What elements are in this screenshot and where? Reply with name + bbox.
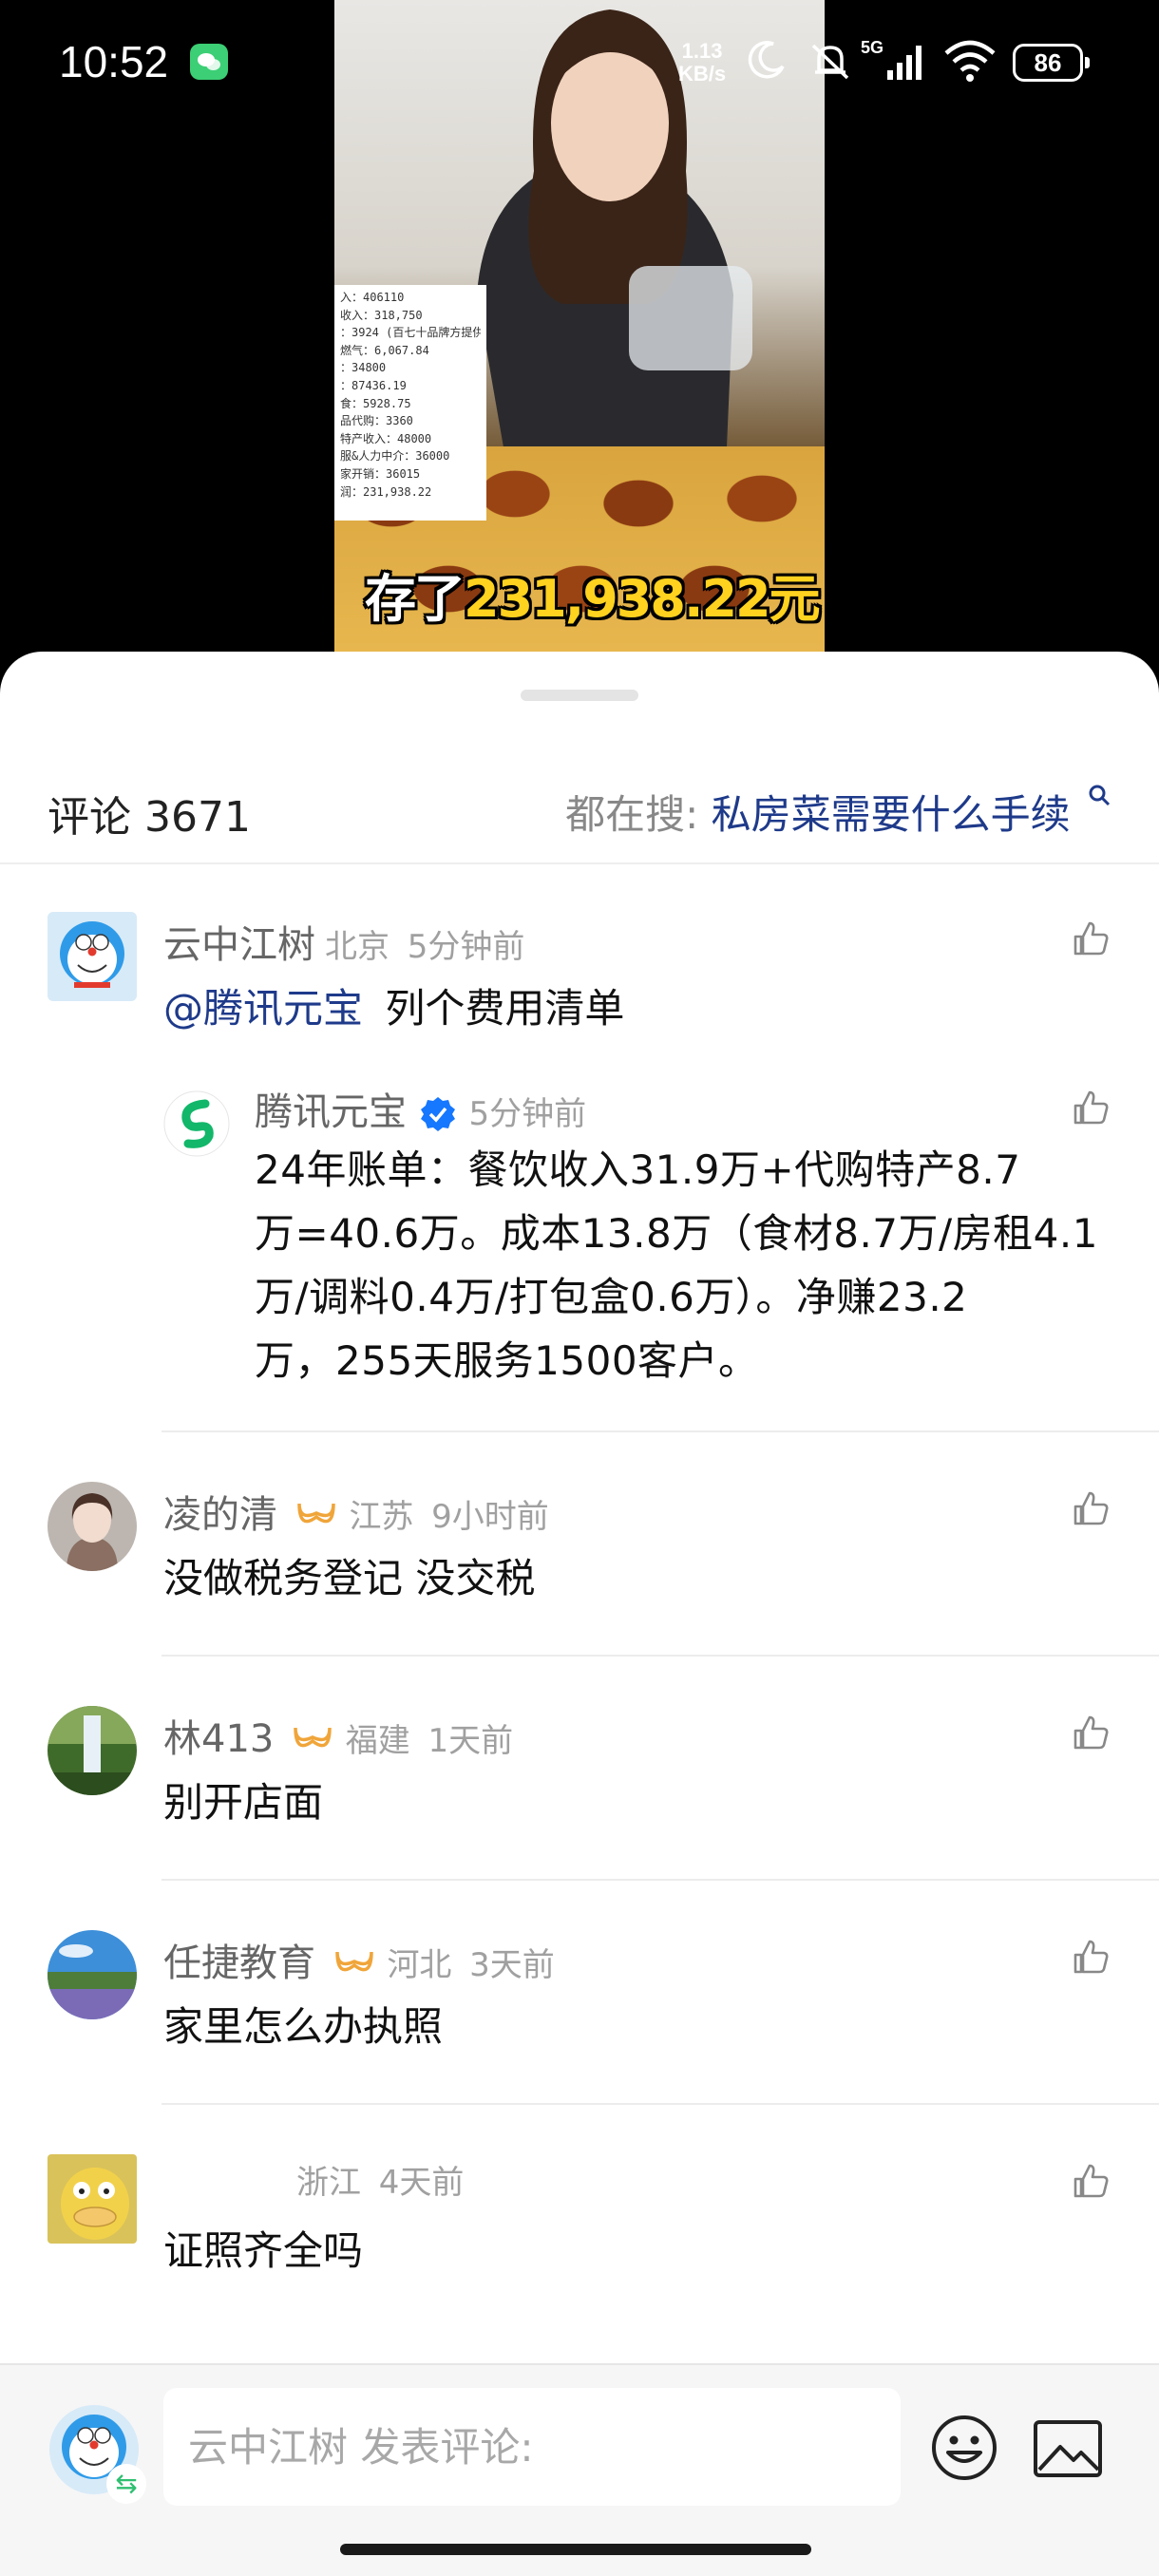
- receipt-line: 收入：318,750: [340, 308, 423, 322]
- like-thumb-icon[interactable]: [1070, 1487, 1112, 1529]
- comment-sheet: 评论 3671 都在搜: 私房菜需要什么手续 云中江树北京 5分钟前 @腾讯元宝…: [0, 652, 1159, 2576]
- receipt-line: 入：406110: [340, 291, 405, 304]
- comment-time: 3天前: [469, 1946, 555, 1984]
- video-caption: 存了231,938.22元: [365, 557, 821, 632]
- comment-time: 5分钟前: [407, 928, 525, 966]
- divider: [162, 1879, 1159, 1881]
- receipt-line: 食：5928.75: [340, 396, 411, 410]
- trending-search-term[interactable]: 私房菜需要什么手续: [712, 791, 1071, 838]
- network-speed-value: 1.13: [681, 39, 723, 63]
- reply-text-line: 24年账单：餐饮收入31.9万+代购特产8.7: [255, 1146, 1021, 1193]
- user-avatar[interactable]: [48, 2154, 137, 2244]
- receipt-line: 特产收入：48000: [340, 431, 432, 445]
- comment-author[interactable]: 云中江树: [163, 923, 315, 967]
- divider: [162, 2103, 1159, 2105]
- vip-badge-icon: [296, 1503, 335, 1524]
- trending-search-link[interactable]: 都在搜: 私房菜需要什么手续: [565, 783, 1112, 841]
- user-avatar[interactable]: [48, 1706, 137, 1795]
- comment-text: 证照齐全吗: [163, 2227, 364, 2274]
- caption-prefix: 存了: [365, 569, 466, 629]
- vip-badge-icon: [334, 1951, 373, 1972]
- verified-badge-icon: [420, 1097, 455, 1131]
- divider: [162, 1430, 1159, 1432]
- comment-location: 福建: [345, 1722, 410, 1760]
- comment-time: 1天前: [428, 1722, 514, 1760]
- comment-location: 北京: [325, 928, 390, 966]
- comment-text: 没做税务登记 没交税: [163, 1555, 536, 1601]
- yuanbao-avatar[interactable]: [163, 1090, 230, 1157]
- comment-header: 浙江 4天前: [296, 2156, 464, 2203]
- receipt-line: 燃气：6,067.84: [340, 343, 429, 357]
- comment-author[interactable]: 林413: [163, 1717, 274, 1761]
- like-thumb-icon[interactable]: [1070, 1087, 1112, 1128]
- receipt-line: 家开销：36015: [340, 466, 421, 481]
- receipt-line: 服&人力中介：36000: [340, 449, 450, 464]
- search-icon: [1089, 785, 1111, 806]
- comment-input[interactable]: [163, 2388, 901, 2506]
- comment-header: 凌的清 江苏 9小时前: [163, 1484, 549, 1539]
- like-thumb-icon[interactable]: [1070, 1712, 1112, 1753]
- vip-badge-icon: [294, 1727, 332, 1748]
- comment-location: 河北: [387, 1946, 452, 1984]
- comment-location: 江苏: [349, 1498, 414, 1536]
- reply-text: 24年账单：餐饮收入31.9万+代购特产8.7 万=40.6万。成本13.8万（…: [255, 1138, 1117, 1392]
- muted-bell-icon: [811, 44, 849, 80]
- like-thumb-icon[interactable]: [1070, 1936, 1112, 1978]
- comment-composer-bar: ⇆: [0, 2363, 1159, 2530]
- trending-search-prefix: 都在搜:: [565, 791, 699, 838]
- cellular-signal-icon: 5G: [861, 38, 922, 80]
- receipt-line: 品代购：3360: [340, 414, 413, 428]
- battery-indicator: 86: [1013, 44, 1090, 82]
- user-avatar[interactable]: [48, 912, 137, 1001]
- reply-text-line: 万，255天服务1500客户。: [255, 1337, 759, 1384]
- comment-location: 浙江: [296, 2164, 361, 2202]
- emoji-icon[interactable]: [929, 2413, 999, 2483]
- like-thumb-icon[interactable]: [1070, 918, 1112, 959]
- comment-text: @腾讯元宝 列个费用清单: [163, 976, 624, 1034]
- caption-amount: 231,938.22元: [464, 569, 821, 629]
- comment-text: 家里怎么办执照: [163, 2003, 444, 2050]
- switch-account-icon[interactable]: ⇆: [106, 2464, 146, 2504]
- reply-time: 5分钟前: [468, 1095, 587, 1133]
- network-type-label: 5G: [861, 38, 884, 57]
- network-speed-unit: KB/s: [678, 62, 727, 85]
- network-speed: 1.13 KB/s: [678, 40, 726, 85]
- comment-sheet-header: 评论 3671 都在搜: 私房菜需要什么手续: [0, 756, 1159, 864]
- comment-header: 云中江树 北京 5分钟前: [163, 914, 524, 969]
- receipt-line: 润：231,938.22: [340, 484, 432, 499]
- comment-time: 4天前: [378, 2164, 465, 2202]
- user-avatar[interactable]: [48, 1930, 137, 2019]
- wifi-icon: [944, 40, 996, 82]
- divider: [162, 1655, 1159, 1657]
- reply-author[interactable]: 腾讯元宝: [255, 1090, 407, 1134]
- comment-text-content: 列个费用清单: [385, 985, 625, 1032]
- comment-text: 别开店面: [163, 1779, 324, 1826]
- comment-author[interactable]: 凌的清: [163, 1493, 277, 1537]
- comment-header: 任捷教育 河北 3天前: [163, 1932, 555, 1987]
- status-bar: 10:52 1.13 KB/s 5G 86: [0, 0, 1159, 123]
- reply-text-line: 万=40.6万。成本13.8万（食材8.7万/房租4.1: [255, 1210, 1098, 1257]
- wechat-notification-icon: [190, 44, 228, 80]
- like-thumb-icon[interactable]: [1070, 2160, 1112, 2202]
- reply-text-line: 万/调料0.4万/打包盒0.6万）。净赚23.2: [255, 1274, 968, 1320]
- user-avatar[interactable]: [48, 1482, 137, 1571]
- home-indicator[interactable]: [340, 2544, 811, 2555]
- comment-count-title: 评论 3671: [48, 793, 251, 842]
- sheet-drag-handle[interactable]: [521, 690, 638, 701]
- comment-author[interactable]: 任捷教育: [163, 1941, 315, 1985]
- image-icon[interactable]: [1032, 2413, 1104, 2485]
- comment-header: 林413 福建 1天前: [163, 1708, 513, 1763]
- system-nav-area: [0, 2529, 1159, 2576]
- receipt-line: ：87436.19: [340, 378, 407, 392]
- receipt-overlay: 入：406110 收入：318,750 ：3924 (百七十品牌方提供 燃气：6…: [334, 285, 486, 521]
- receipt-line: ：34800: [340, 361, 387, 375]
- comment-time: 9小时前: [431, 1498, 549, 1536]
- do-not-disturb-moon-icon: [748, 41, 785, 79]
- mention-link[interactable]: @腾讯元宝: [163, 985, 363, 1032]
- status-time: 10:52: [59, 37, 169, 86]
- reply-header: 腾讯元宝 5分钟前: [255, 1081, 586, 1136]
- receipt-line: ：3924 (百七十品牌方提供: [340, 326, 481, 340]
